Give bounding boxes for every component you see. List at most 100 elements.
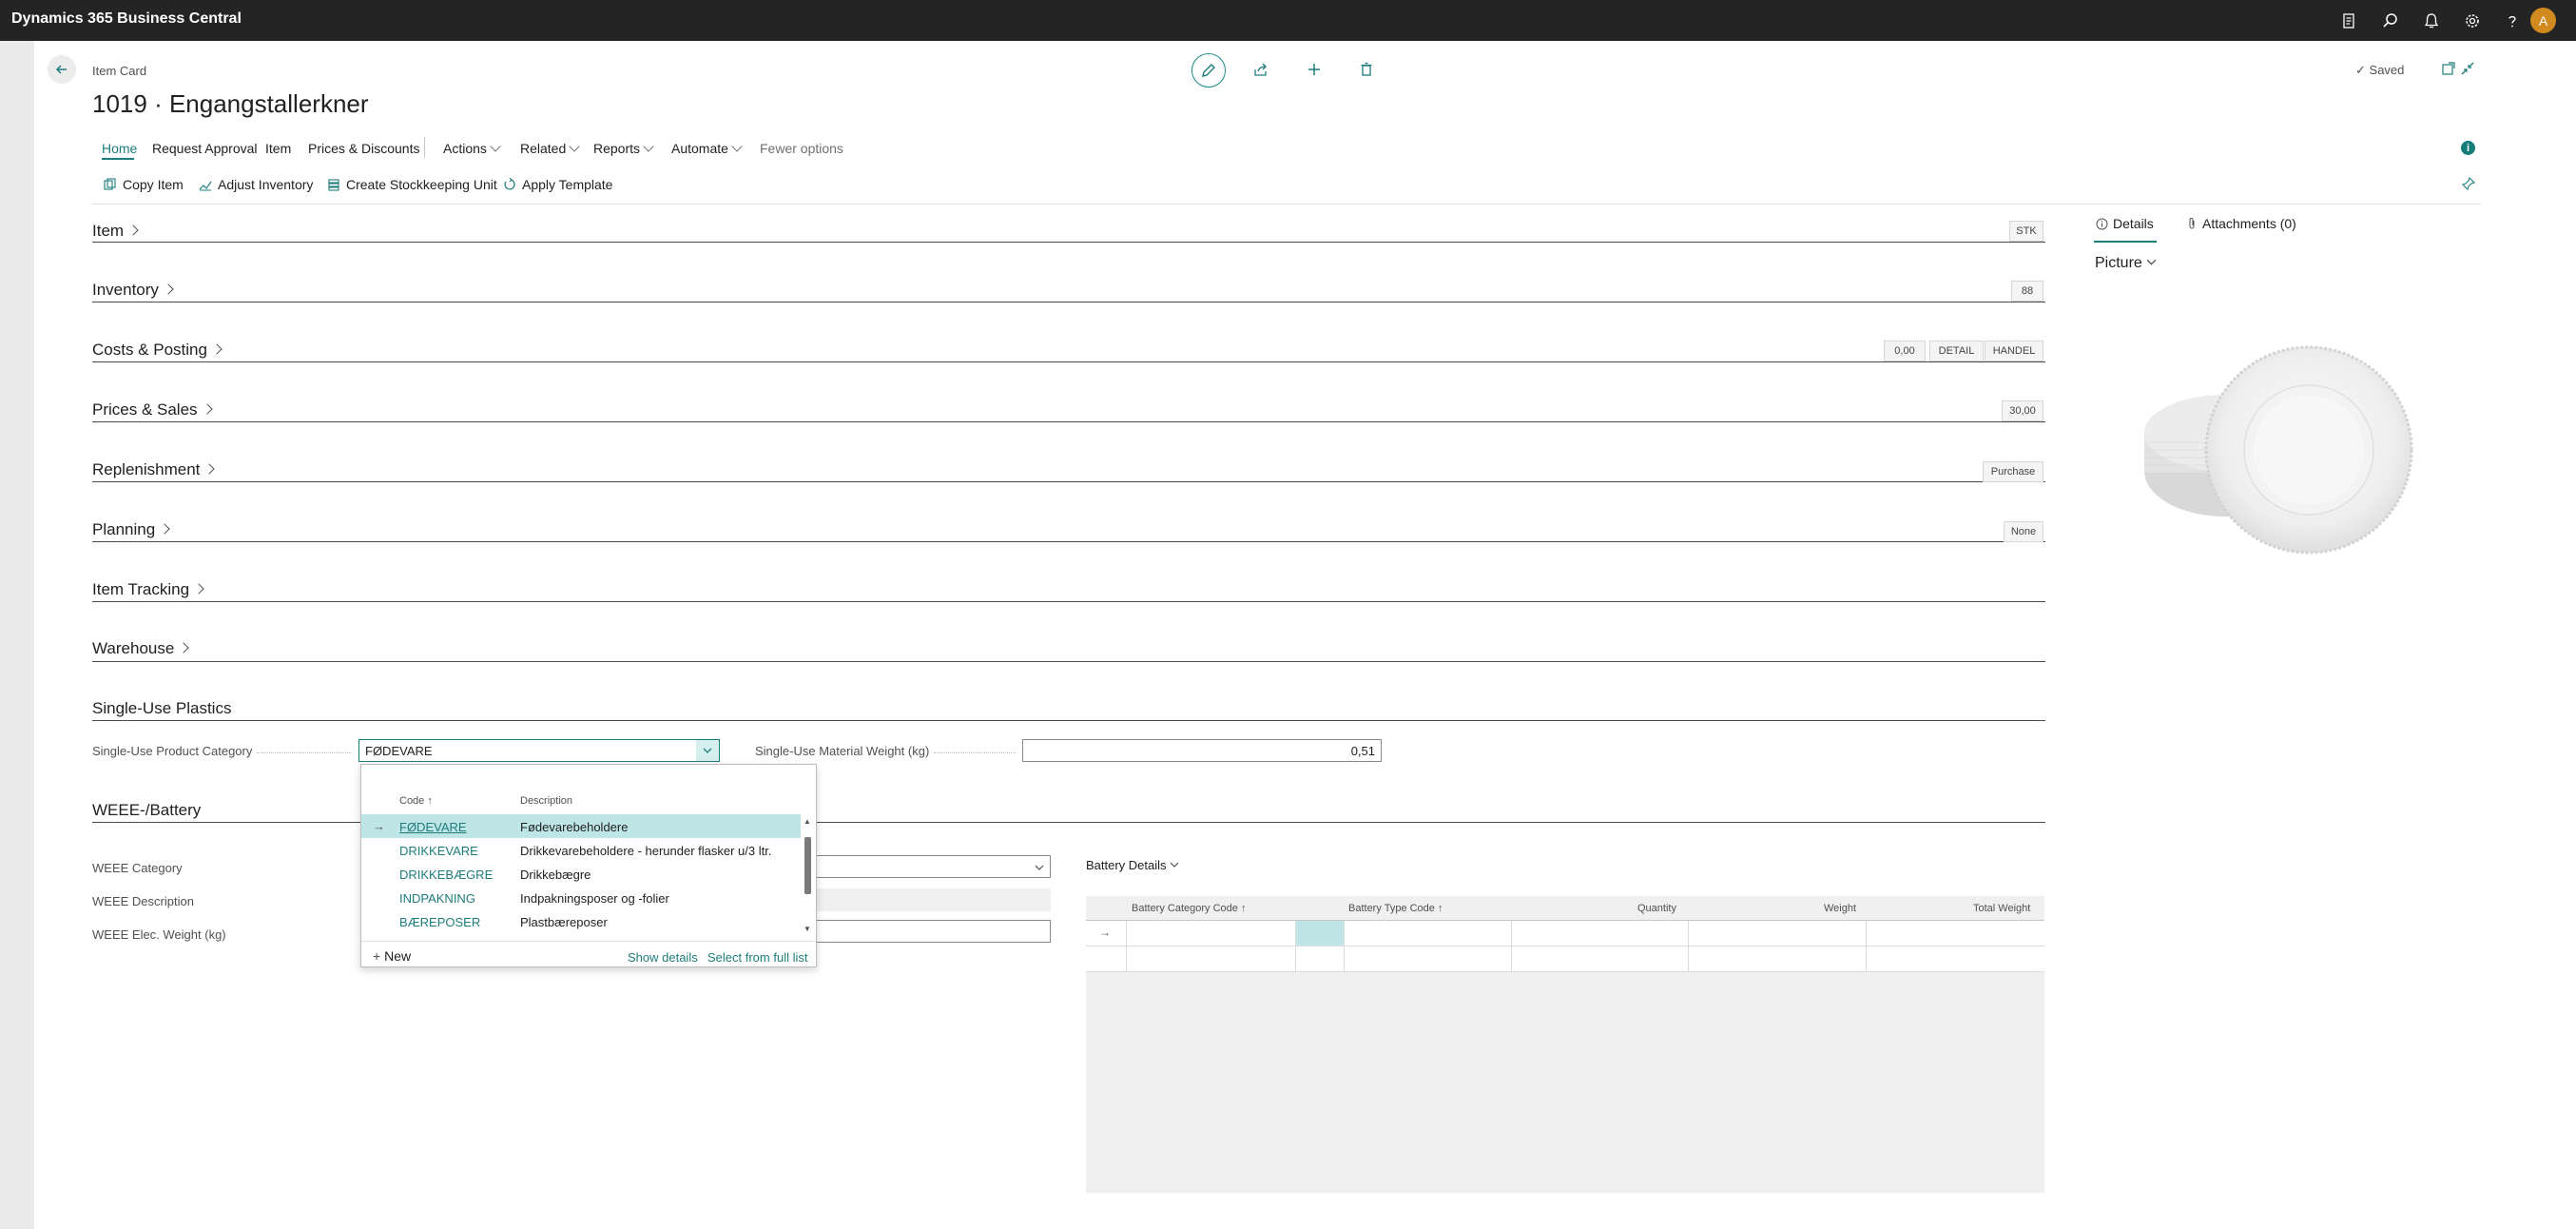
grid-active-cell[interactable] bbox=[1296, 921, 1344, 946]
single-use-weight-label: Single-Use Material Weight (kg) bbox=[755, 744, 930, 758]
bell-icon[interactable] bbox=[2420, 10, 2443, 32]
item-badge-unit: STK bbox=[2009, 221, 2043, 242]
fasttab-divider bbox=[92, 661, 2045, 662]
info-icon[interactable]: i bbox=[2461, 141, 2475, 155]
fasttab-single-use-plastics[interactable]: Single-Use Plastics bbox=[92, 699, 231, 718]
fasttab-planning[interactable]: Planning bbox=[92, 520, 170, 539]
fasttab-item[interactable]: Item bbox=[92, 222, 139, 241]
chevron-right-icon bbox=[193, 583, 204, 595]
menu-item[interactable]: Item bbox=[265, 141, 291, 156]
pencil-icon bbox=[1202, 64, 1215, 77]
item-picture[interactable] bbox=[2135, 338, 2420, 566]
table-row[interactable] bbox=[1086, 946, 2044, 972]
edit-button[interactable] bbox=[1191, 53, 1226, 88]
lookup-row[interactable]: BÆREPOSER Plastbæreposer bbox=[361, 909, 801, 933]
inventory-badge: 88 bbox=[2011, 281, 2043, 302]
table-row[interactable]: → bbox=[1086, 921, 2044, 946]
category-dropdown-button[interactable] bbox=[696, 740, 719, 761]
fasttab-prices-sales[interactable]: Prices & Sales bbox=[92, 400, 213, 419]
breadcrumb: Item Card bbox=[92, 64, 147, 78]
single-use-weight-input[interactable]: 0,51 bbox=[1022, 739, 1382, 762]
tab-details[interactable]: Details bbox=[2096, 216, 2154, 231]
menu-automate[interactable]: Automate bbox=[671, 141, 743, 156]
field-leader bbox=[934, 752, 1016, 753]
copy-item-button[interactable]: Copy Item bbox=[104, 177, 184, 192]
battery-details-grid: Battery Category Code ↑ Battery Type Cod… bbox=[1086, 896, 2044, 1193]
pin-icon[interactable] bbox=[2461, 176, 2476, 195]
row-arrow-icon: → bbox=[373, 819, 385, 833]
lookup-new-button[interactable]: + New bbox=[373, 948, 411, 964]
app-title[interactable]: Dynamics 365 Business Central bbox=[11, 10, 242, 28]
search-icon[interactable] bbox=[2379, 10, 2402, 32]
tab-attachments[interactable]: Attachments (0) bbox=[2186, 216, 2296, 231]
planning-badge: None bbox=[2004, 521, 2043, 542]
column-header-battery-category[interactable]: Battery Category Code ↑ bbox=[1132, 903, 1246, 914]
menu-request-approval[interactable]: Request Approval bbox=[152, 141, 258, 156]
fasttab-weee-battery[interactable]: WEEE-/Battery bbox=[92, 801, 201, 820]
delete-button[interactable] bbox=[1350, 53, 1383, 86]
menu-home[interactable]: Home bbox=[102, 141, 137, 156]
details-tab-indicator bbox=[2094, 241, 2157, 243]
column-header-quantity[interactable]: Quantity bbox=[1637, 903, 1676, 914]
top-app-bar: Dynamics 365 Business Central A bbox=[0, 0, 2576, 41]
report-icon[interactable] bbox=[2337, 10, 2360, 32]
fasttab-costs-posting[interactable]: Costs & Posting bbox=[92, 341, 223, 360]
lookup-row-selected[interactable]: → FØDEVARE Fødevarebeholdere bbox=[361, 814, 801, 838]
weee-weight-input[interactable] bbox=[813, 920, 1051, 943]
new-button[interactable] bbox=[1298, 53, 1330, 86]
chevron-right-icon bbox=[211, 343, 223, 355]
scroll-down-icon[interactable]: ▼ bbox=[804, 925, 811, 933]
back-button[interactable] bbox=[48, 55, 76, 84]
lookup-select-full-list-link[interactable]: Select from full list bbox=[707, 950, 807, 965]
fasttab-divider bbox=[92, 720, 2045, 721]
fasttab-item-tracking[interactable]: Item Tracking bbox=[92, 580, 204, 599]
info-outline-icon bbox=[2096, 218, 2108, 229]
weee-category-input[interactable] bbox=[813, 855, 1051, 878]
adjust-icon bbox=[199, 181, 212, 191]
menu-fewer-options[interactable]: Fewer options bbox=[760, 141, 843, 156]
chevron-down-icon bbox=[1035, 865, 1044, 870]
arrow-left-icon bbox=[55, 65, 67, 74]
picture-header[interactable]: Picture bbox=[2095, 255, 2157, 272]
lookup-header-code[interactable]: Code ↑ bbox=[399, 795, 433, 807]
help-icon[interactable] bbox=[2501, 10, 2524, 32]
lookup-row[interactable]: DRIKKEBÆGRE Drikkebægre bbox=[361, 862, 801, 886]
weee-category-label: WEEE Category bbox=[92, 861, 183, 875]
chevron-down-icon bbox=[490, 141, 501, 152]
chevron-right-icon bbox=[201, 403, 213, 415]
scroll-up-icon[interactable]: ▲ bbox=[804, 817, 811, 826]
menu-prices-discounts[interactable]: Prices & Discounts bbox=[308, 141, 419, 156]
lookup-row[interactable]: INDPAKNING Indpakningsposer og -folier bbox=[361, 886, 801, 909]
fasttab-warehouse[interactable]: Warehouse bbox=[92, 639, 189, 658]
costs-badge-cost: 0,00 bbox=[1884, 341, 1926, 361]
fasttab-divider bbox=[92, 481, 2045, 482]
checkmark-icon: ✓ bbox=[2355, 63, 2366, 77]
fasttab-divider bbox=[92, 421, 2045, 422]
menu-reports[interactable]: Reports bbox=[593, 141, 654, 156]
column-header-weight[interactable]: Weight bbox=[1824, 903, 1856, 914]
lookup-header-description[interactable]: Description bbox=[520, 795, 572, 807]
gear-icon[interactable] bbox=[2461, 10, 2484, 32]
lookup-row[interactable]: DRIKKEVARE Drikkevarebeholdere - herunde… bbox=[361, 838, 801, 862]
share-button[interactable] bbox=[1245, 53, 1277, 86]
chevron-right-icon bbox=[127, 224, 139, 236]
apply-template-button[interactable]: Apply Template bbox=[503, 177, 612, 192]
create-stockkeeping-unit-button[interactable]: Create Stockkeeping Unit bbox=[327, 177, 497, 192]
collapse-button[interactable] bbox=[2451, 52, 2484, 85]
lookup-scrollbar-thumb[interactable] bbox=[804, 837, 811, 894]
fasttab-inventory[interactable]: Inventory bbox=[92, 281, 174, 300]
fasttab-replenishment[interactable]: Replenishment bbox=[92, 460, 216, 479]
single-use-category-input[interactable]: FØDEVARE bbox=[358, 739, 720, 762]
adjust-inventory-button[interactable]: Adjust Inventory bbox=[199, 177, 313, 192]
fasttab-divider bbox=[92, 361, 2045, 362]
template-icon bbox=[504, 178, 515, 190]
avatar[interactable]: A bbox=[2530, 8, 2556, 33]
single-use-category-label: Single-Use Product Category bbox=[92, 744, 253, 758]
menu-related[interactable]: Related bbox=[520, 141, 580, 156]
column-header-total-weight[interactable]: Total Weight bbox=[1973, 903, 2030, 914]
battery-details-title[interactable]: Battery Details bbox=[1086, 858, 1179, 872]
menu-actions[interactable]: Actions bbox=[443, 141, 501, 156]
lookup-show-details-link[interactable]: Show details bbox=[628, 950, 698, 965]
paperclip-icon bbox=[2189, 218, 2195, 229]
column-header-battery-type[interactable]: Battery Type Code ↑ bbox=[1348, 903, 1443, 914]
